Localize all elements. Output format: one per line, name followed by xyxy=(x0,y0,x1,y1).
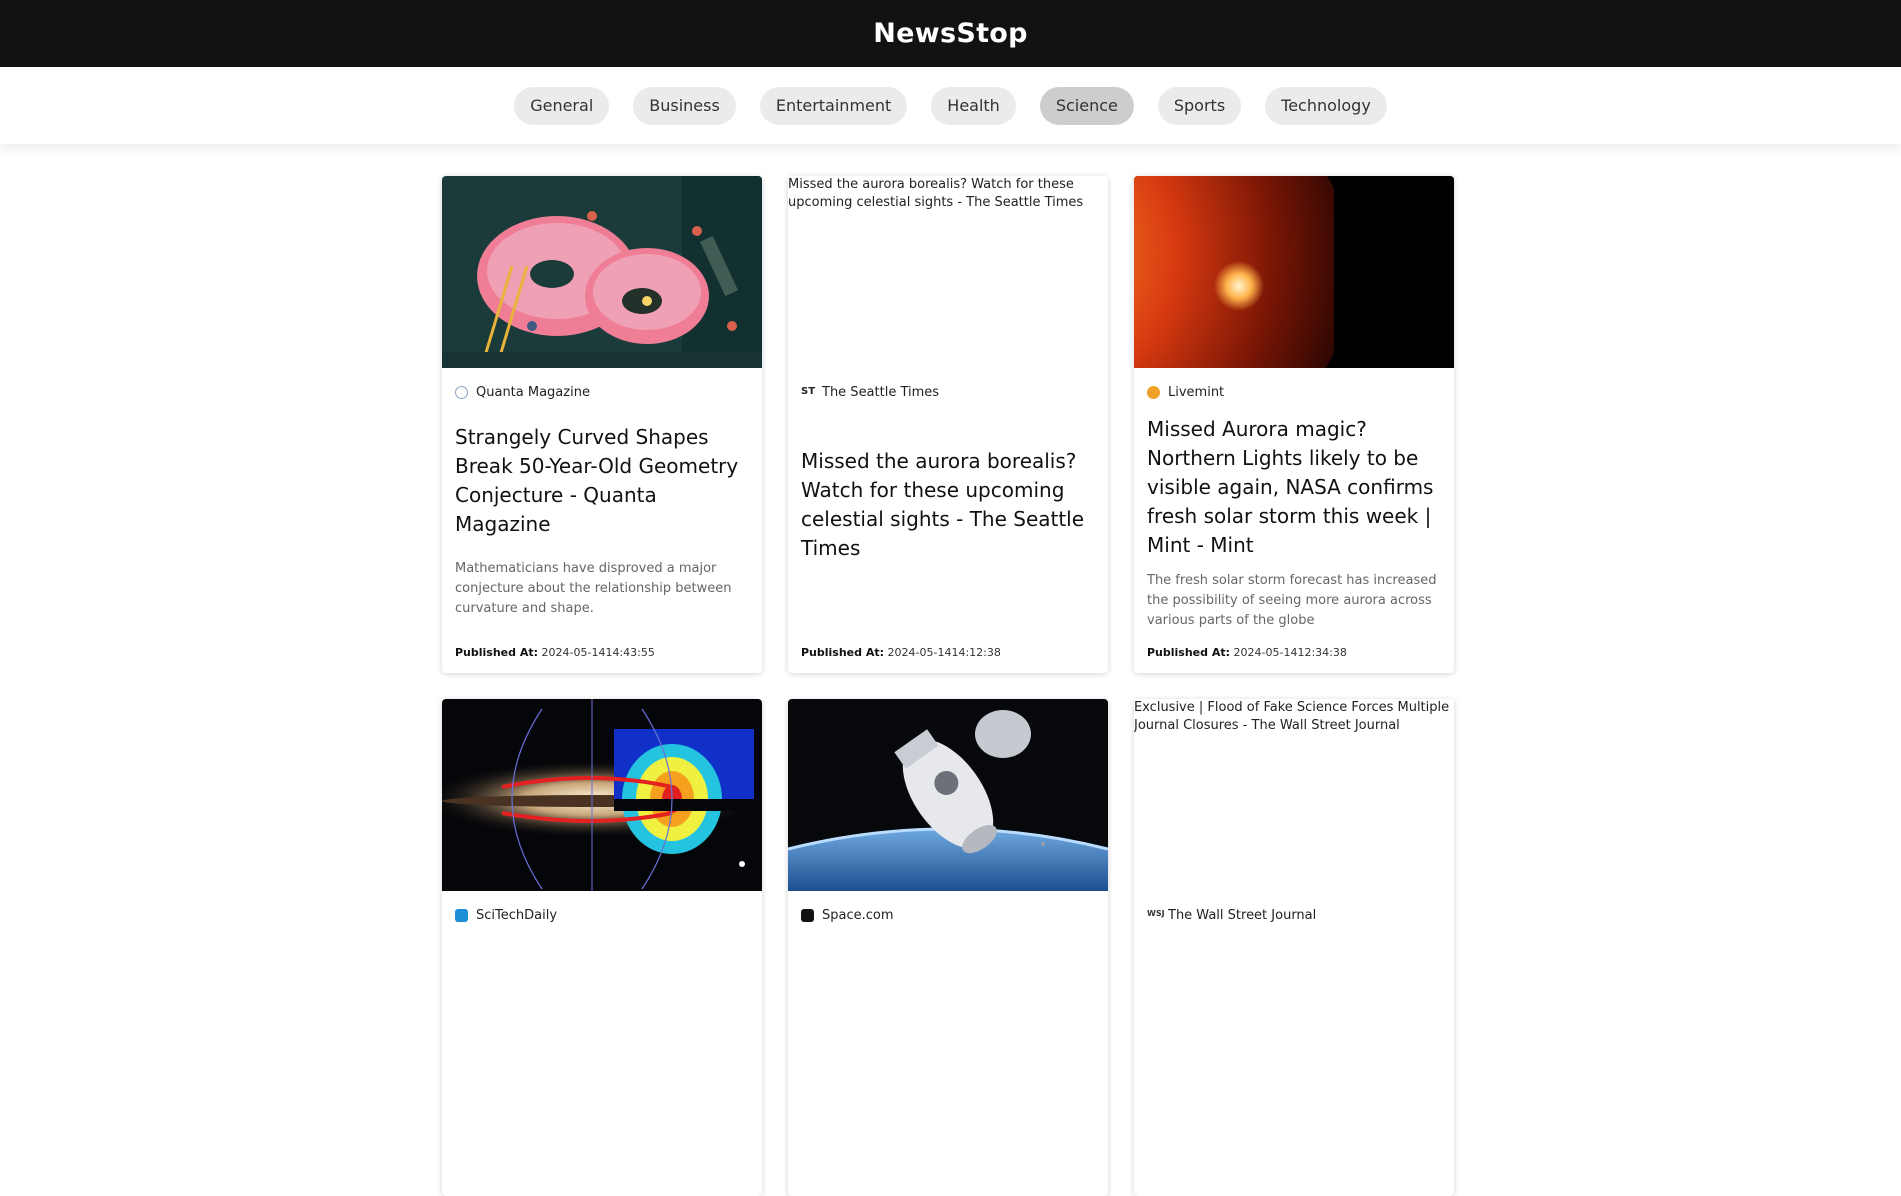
article-image[interactable] xyxy=(1134,176,1454,368)
published-label: Published At: xyxy=(1147,646,1231,659)
news-card[interactable]: Quanta Magazine Strangely Curved Shapes … xyxy=(442,176,762,673)
article-source: ST The Seattle Times xyxy=(801,383,1095,401)
news-card[interactable]: Exclusive | Flood of Fake Science Forces… xyxy=(1134,699,1454,1196)
category-general[interactable]: General xyxy=(514,86,610,125)
category-entertainment[interactable]: Entertainment xyxy=(759,86,908,125)
published-date: Published At: 2024-05-1414:12:38 xyxy=(801,646,1095,659)
article-image[interactable] xyxy=(442,699,762,891)
article-title[interactable]: Strangely Curved Shapes Break 50-Year-Ol… xyxy=(455,423,749,539)
space-logo-icon xyxy=(801,908,814,922)
top-navbar: NewsStop xyxy=(0,0,1901,67)
image-alt-text: Missed the aurora borealis? Watch for th… xyxy=(788,176,1108,368)
article-source: WSJ The Wall Street Journal xyxy=(1147,906,1441,924)
article-source: Livemint xyxy=(1147,383,1441,401)
category-business[interactable]: Business xyxy=(633,86,736,125)
article-title[interactable]: Missed the aurora borealis? Watch for th… xyxy=(801,447,1095,563)
source-name: Quanta Magazine xyxy=(476,384,590,400)
article-image[interactable] xyxy=(788,699,1108,891)
published-date: Published At: 2024-05-1414:43:55 xyxy=(455,646,749,659)
article-image[interactable] xyxy=(442,176,762,368)
image-alt-text: Exclusive | Flood of Fake Science Forces… xyxy=(1134,699,1454,891)
source-name: The Seattle Times xyxy=(822,384,940,400)
article-source: Space.com xyxy=(801,906,1095,924)
category-sports[interactable]: Sports xyxy=(1157,86,1242,125)
source-name: Livemint xyxy=(1168,384,1225,400)
wsj-logo-icon: WSJ xyxy=(1147,908,1165,918)
published-value: 2024-05-1414:12:38 xyxy=(887,646,1001,659)
published-value: 2024-05-1414:43:55 xyxy=(541,646,655,659)
published-date: Published At: 2024-05-1412:34:38 xyxy=(1147,646,1441,659)
article-image-broken[interactable]: Missed the aurora borealis? Watch for th… xyxy=(788,176,1108,368)
source-name: Space.com xyxy=(822,907,894,923)
mint-logo-icon xyxy=(1147,385,1160,399)
article-source: SciTechDaily xyxy=(455,906,749,924)
s-logo-icon xyxy=(455,908,468,922)
news-grid: Quanta Magazine Strangely Curved Shapes … xyxy=(442,176,1454,1196)
news-card[interactable]: SciTechDaily xyxy=(442,699,762,1196)
article-description: Mathematicians have disproved a major co… xyxy=(455,561,732,616)
category-health[interactable]: Health xyxy=(931,86,1016,125)
st-logo-icon: ST xyxy=(801,385,816,397)
news-card[interactable]: Missed the aurora borealis? Watch for th… xyxy=(788,176,1108,673)
published-label: Published At: xyxy=(801,646,885,659)
published-label: Published At: xyxy=(455,646,539,659)
article-image-broken[interactable]: Exclusive | Flood of Fake Science Forces… xyxy=(1134,699,1454,891)
category-science[interactable]: Science xyxy=(1039,86,1134,125)
source-name: SciTechDaily xyxy=(476,907,558,923)
source-name: The Wall Street Journal xyxy=(1168,907,1317,923)
article-title[interactable]: Missed Aurora magic? Northern Lights lik… xyxy=(1147,415,1441,560)
article-description: The fresh solar storm forecast has incre… xyxy=(1147,573,1437,628)
news-card[interactable]: Livemint Missed Aurora magic? Northern L… xyxy=(1134,176,1454,673)
brand-logo[interactable]: NewsStop xyxy=(873,18,1028,49)
globe-icon xyxy=(455,385,468,399)
news-card[interactable]: Space.com xyxy=(788,699,1108,1196)
category-bar: General Business Entertainment Health Sc… xyxy=(0,67,1901,144)
article-source: Quanta Magazine xyxy=(455,383,749,401)
published-value: 2024-05-1412:34:38 xyxy=(1233,646,1347,659)
category-technology[interactable]: Technology xyxy=(1265,86,1387,125)
